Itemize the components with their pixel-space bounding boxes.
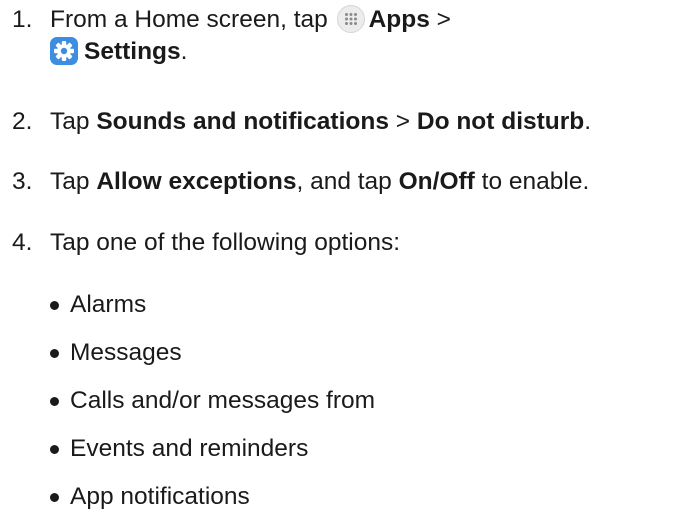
step-text-part: Tap (50, 168, 97, 195)
period: . (584, 108, 592, 135)
step-text: Tap Allow exceptions, and tap On/Off to … (50, 167, 589, 197)
period: . (180, 38, 188, 65)
bullet-icon (50, 493, 59, 502)
instruction-document: 1. From a Home screen, tap Apps > Settin… (0, 0, 678, 527)
step-text-line-2: Settings. (50, 37, 187, 67)
separator: > (436, 6, 451, 33)
bullet-icon (50, 445, 59, 454)
step-text: Tap Sounds and notifications > Do not di… (50, 107, 591, 137)
option-app-notifications: App notifications (70, 483, 250, 510)
step-text-part: Tap (50, 108, 97, 135)
apps-label: Apps (368, 6, 430, 33)
option-calls-messages-from: Calls and/or messages from (70, 387, 376, 414)
do-not-disturb-label: Do not disturb (416, 108, 585, 135)
separator: > (388, 108, 417, 135)
settings-label: Settings (84, 38, 181, 65)
settings-gear-icon (50, 37, 78, 65)
option-events-reminders: Events and reminders (70, 435, 309, 462)
bullet-icon (50, 397, 59, 406)
option-alarms: Alarms (70, 291, 147, 318)
step-text-part: to enable. (474, 168, 590, 195)
step-text: From a Home screen, tap Apps > (50, 5, 451, 35)
bullet-icon (50, 301, 59, 310)
step-text: Tap one of the following options: (50, 229, 401, 256)
apps-grid-icon (336, 5, 365, 33)
option-messages: Messages (70, 339, 182, 366)
step-number: 2. (12, 108, 33, 135)
sounds-notifications-label: Sounds and notifications (96, 108, 389, 135)
step-number: 1. (12, 6, 33, 33)
step-number: 4. (12, 229, 33, 256)
step-number: 3. (12, 168, 33, 195)
on-off-label: On/Off (398, 168, 475, 195)
bullet-icon (50, 349, 59, 358)
step-text-part: From a Home screen, tap (50, 6, 328, 33)
allow-exceptions-label: Allow exceptions (96, 168, 297, 195)
step-text-part: , and tap (296, 168, 399, 195)
